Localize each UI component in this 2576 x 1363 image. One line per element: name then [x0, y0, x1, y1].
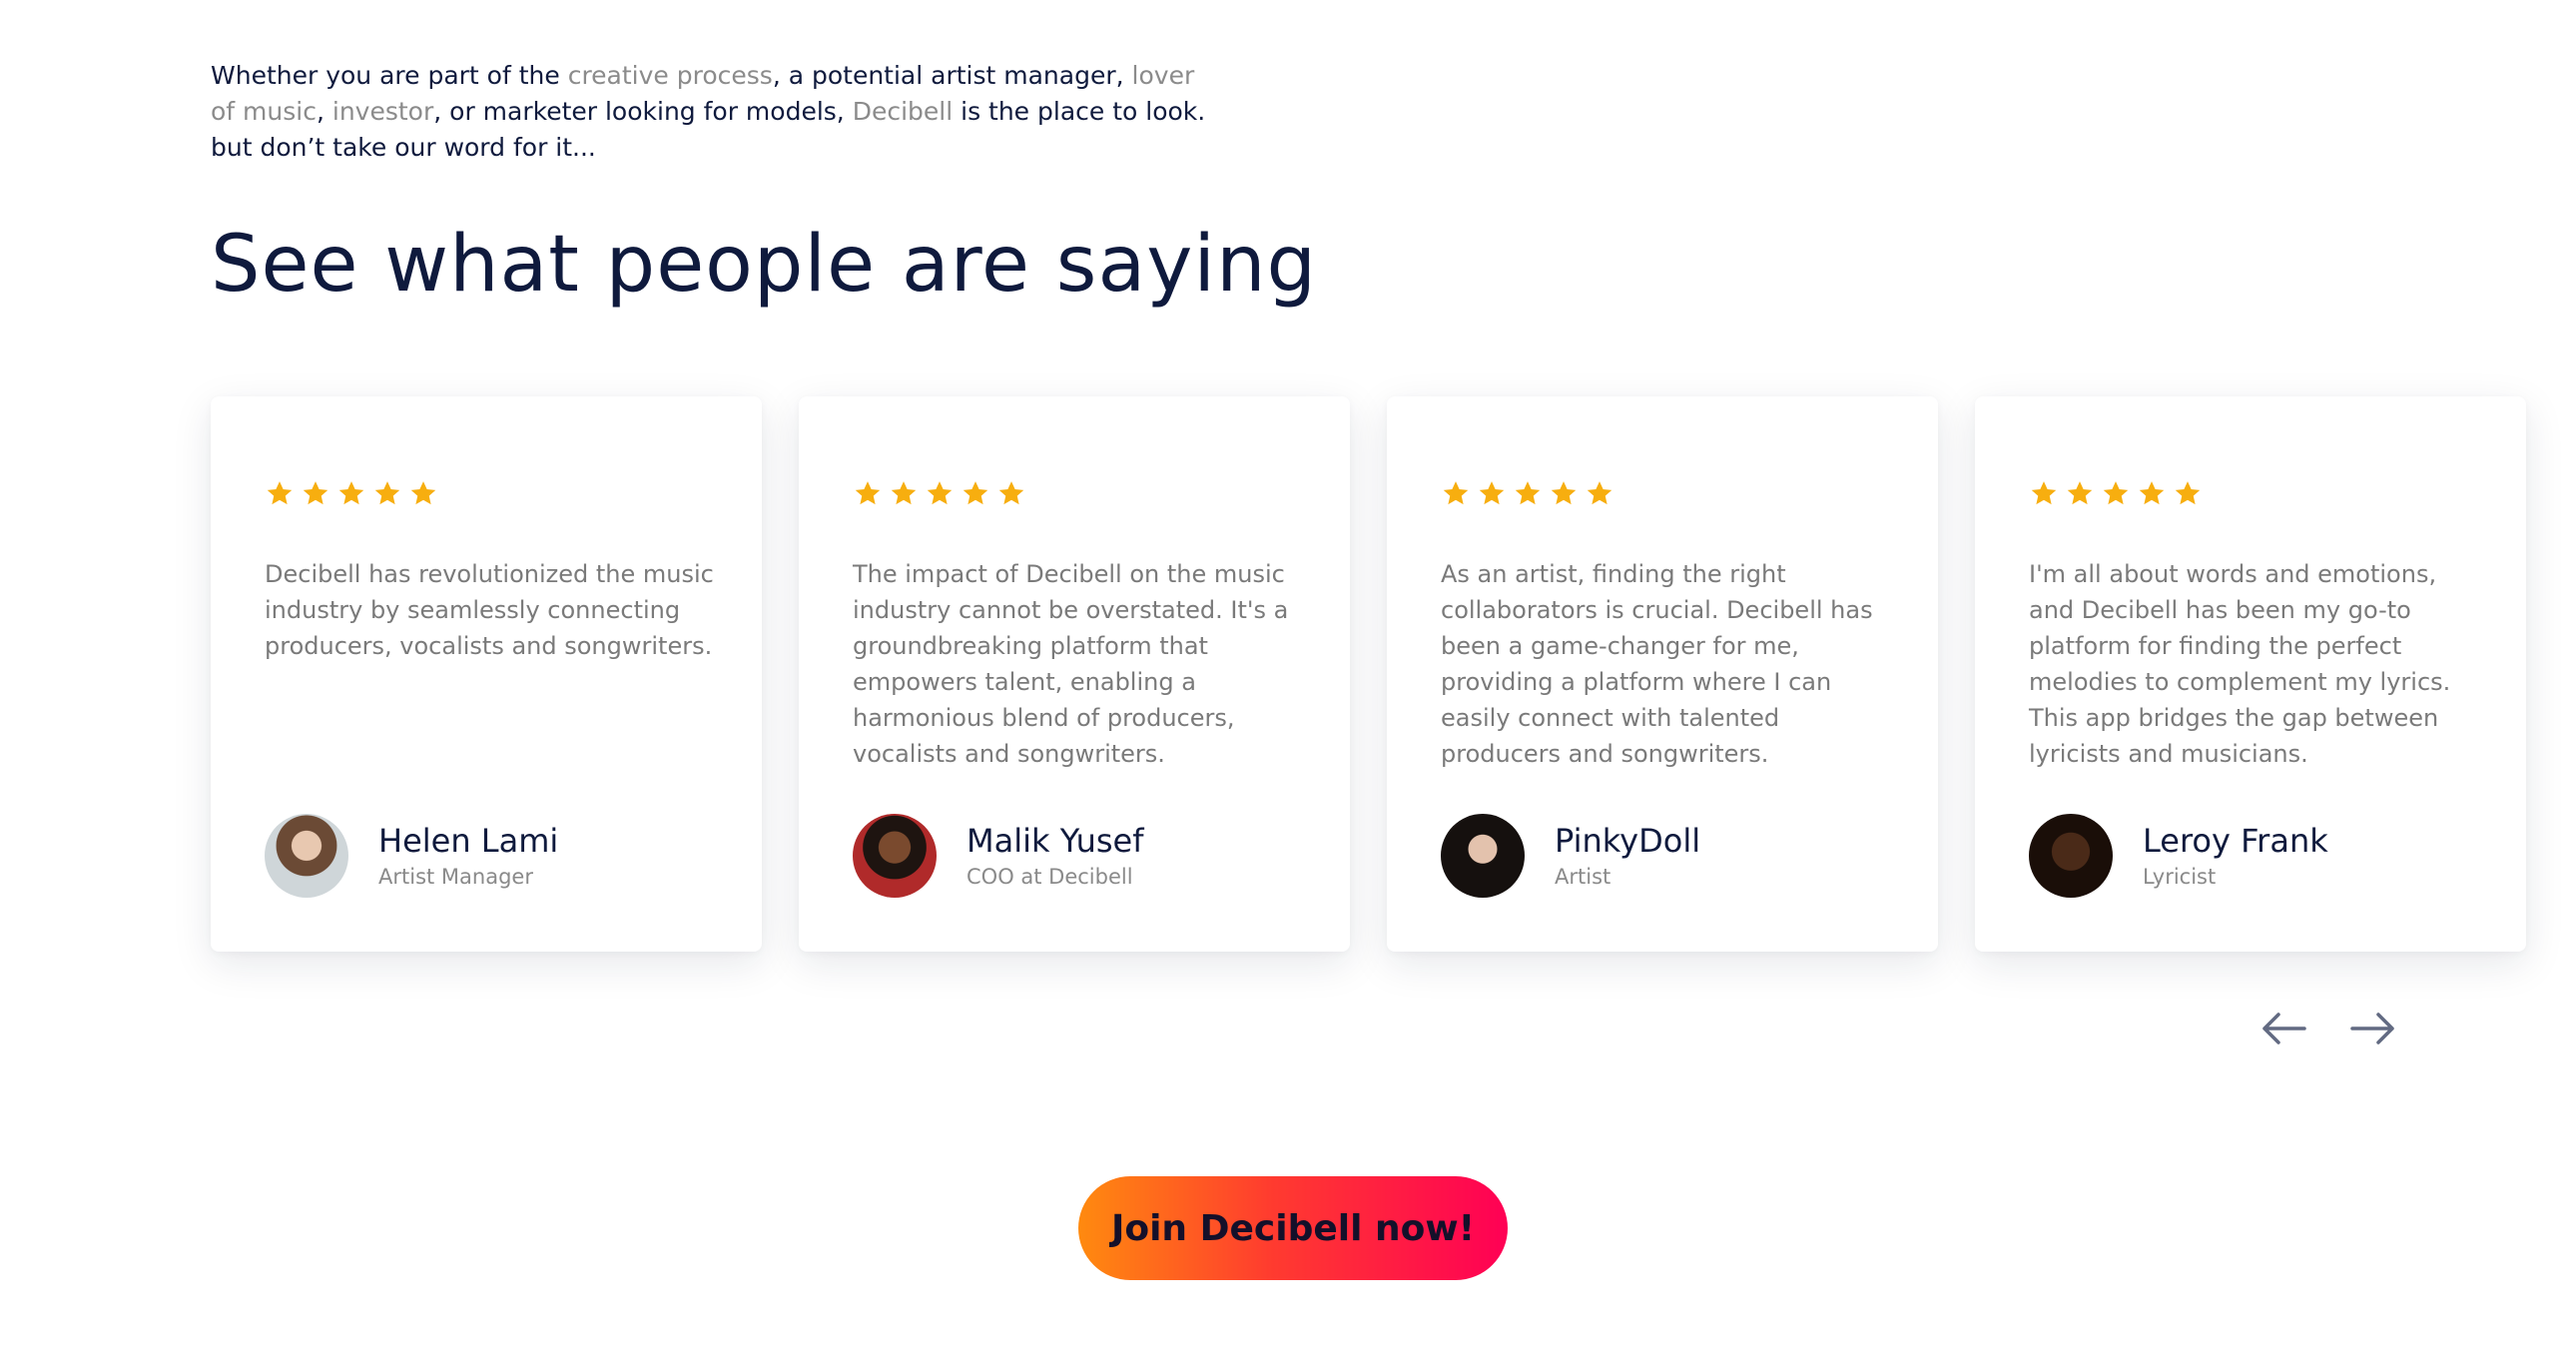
intro-text-3: , — [316, 97, 332, 126]
star-rating — [853, 478, 1026, 508]
star-icon — [408, 478, 438, 508]
testimonial-quote: Decibell has revolutionized the music in… — [265, 560, 714, 660]
intro-paragraph: Whether you are part of the creative pro… — [211, 58, 1209, 166]
star-icon — [1441, 478, 1471, 508]
star-icon — [265, 478, 295, 508]
carousel-next-button[interactable] — [2348, 1009, 2398, 1048]
testimonial-card: I'm all about words and emotions, and De… — [1975, 396, 2526, 952]
avatar — [1441, 814, 1525, 898]
intro-link-creative-process[interactable]: creative process — [568, 61, 773, 90]
arrow-right-icon — [2348, 1009, 2398, 1048]
testimonial-card: As an artist, finding the right collabor… — [1387, 396, 1938, 952]
star-icon — [925, 478, 955, 508]
testimonial-author: Malik Yusef COO at Decibell — [853, 814, 1143, 898]
intro-link-investor[interactable]: investor — [332, 97, 433, 126]
author-role: Artist — [1555, 865, 1611, 889]
star-icon — [372, 478, 402, 508]
intro-text-4: , or marketer looking for models, — [433, 97, 853, 126]
author-role: Artist Manager — [378, 865, 533, 889]
star-icon — [961, 478, 990, 508]
testimonial-quote: The impact of Decibell on the music indu… — [853, 560, 1289, 768]
author-name: Malik Yusef — [966, 822, 1144, 860]
star-icon — [1549, 478, 1579, 508]
star-rating — [2029, 478, 2203, 508]
star-rating — [265, 478, 438, 508]
avatar — [853, 814, 937, 898]
star-icon — [336, 478, 366, 508]
testimonial-author: Helen Lami Artist Manager — [265, 814, 558, 898]
testimonial-card: The impact of Decibell on the music indu… — [799, 396, 1350, 952]
author-name: Helen Lami — [378, 822, 559, 860]
page-title: See what people are saying — [211, 220, 1318, 310]
testimonial-author: Leroy Frank Lyricist — [2029, 814, 2328, 898]
author-role: Lyricist — [2143, 865, 2217, 889]
intro-link-decibell[interactable]: Decibell — [853, 97, 953, 126]
testimonial-author: PinkyDoll Artist — [1441, 814, 1700, 898]
author-name: Leroy Frank — [2143, 822, 2328, 860]
star-icon — [1585, 478, 1614, 508]
page: Whether you are part of the creative pro… — [0, 0, 2576, 1363]
intro-text-1: Whether you are part of the — [211, 61, 568, 90]
star-icon — [2029, 478, 2059, 508]
star-icon — [2065, 478, 2095, 508]
star-icon — [853, 478, 883, 508]
testimonial-card: Decibell has revolutionized the music in… — [211, 396, 762, 952]
testimonial-quote: As an artist, finding the right collabor… — [1441, 560, 1873, 768]
star-icon — [2137, 478, 2167, 508]
testimonial-carousel: Decibell has revolutionized the music in… — [211, 396, 2527, 952]
star-icon — [2173, 478, 2203, 508]
star-icon — [2101, 478, 2131, 508]
arrow-left-icon — [2258, 1009, 2308, 1048]
star-icon — [1513, 478, 1543, 508]
star-rating — [1441, 478, 1614, 508]
avatar — [265, 814, 348, 898]
star-icon — [889, 478, 919, 508]
author-role: COO at Decibell — [966, 865, 1133, 889]
star-icon — [301, 478, 330, 508]
carousel-prev-button[interactable] — [2258, 1009, 2308, 1048]
join-decibell-button[interactable]: Join Decibell now! — [1078, 1176, 1508, 1280]
star-icon — [996, 478, 1026, 508]
intro-text-2: , a potential artist manager, — [772, 61, 1132, 90]
avatar — [2029, 814, 2113, 898]
author-name: PinkyDoll — [1555, 822, 1701, 860]
star-icon — [1477, 478, 1507, 508]
testimonial-quote: I'm all about words and emotions, and De… — [2029, 560, 2451, 768]
